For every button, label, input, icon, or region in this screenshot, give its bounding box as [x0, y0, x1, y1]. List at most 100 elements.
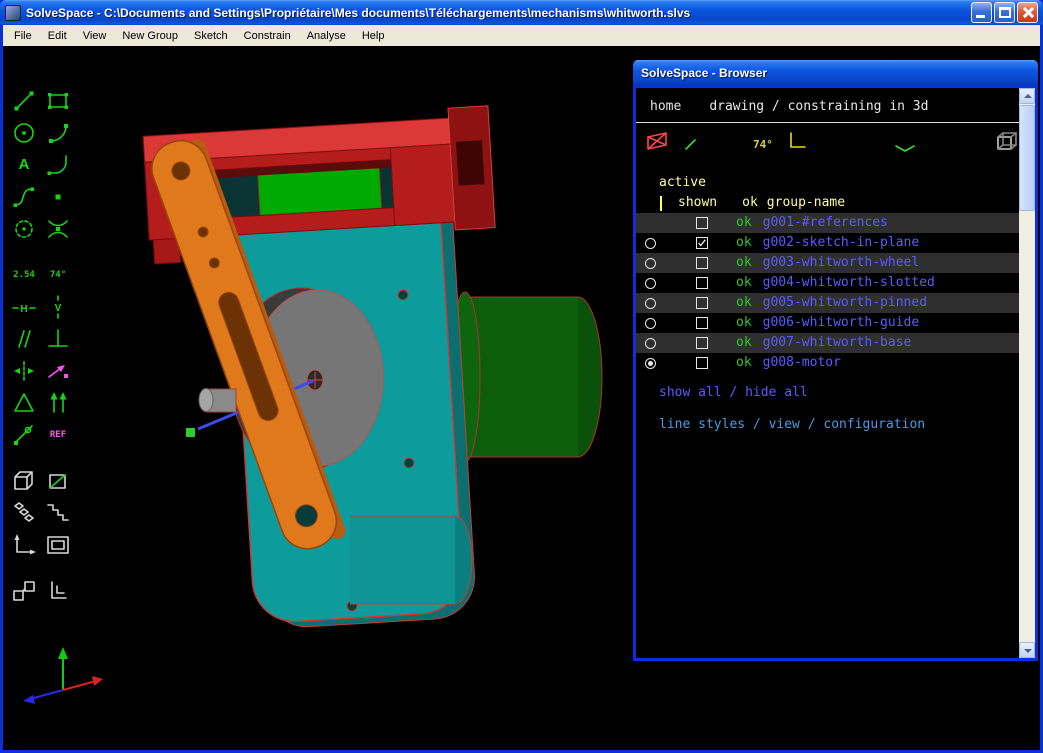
- point-icon: [55, 194, 61, 199]
- constraints-angle-icon: 74°: [753, 137, 773, 151]
- menu-edit[interactable]: Edit: [40, 27, 75, 45]
- nav-home-link[interactable]: home: [650, 97, 681, 117]
- browser-title: SolveSpace - Browser: [641, 65, 768, 80]
- menu-analyse[interactable]: Analyse: [299, 27, 354, 45]
- bracket-group-button[interactable]: [42, 575, 74, 606]
- shown-checkbox[interactable]: [696, 257, 708, 269]
- symmetric-icon: [14, 360, 34, 381]
- parallel-constraint-button[interactable]: [8, 323, 40, 354]
- new-workplane-group-button[interactable]: [8, 529, 40, 560]
- angle-constraint-button[interactable]: 74°: [42, 259, 74, 290]
- group-name-link[interactable]: g001-#references: [763, 213, 888, 233]
- show-styles-button[interactable]: [785, 130, 809, 159]
- construction-tool-button[interactable]: [8, 213, 40, 244]
- circle-icon: [14, 122, 34, 143]
- parallel-icon: [18, 329, 31, 348]
- ok-status: ok: [736, 235, 752, 250]
- maximize-button[interactable]: [994, 2, 1015, 23]
- circle-tool-button[interactable]: [8, 117, 40, 148]
- hide-all-link[interactable]: hide all: [745, 385, 808, 400]
- line-styles-link[interactable]: line styles: [659, 417, 745, 432]
- group-name-link[interactable]: g005-whitworth-pinned: [763, 293, 927, 313]
- shown-checkbox[interactable]: [696, 317, 708, 329]
- show-shaded-button[interactable]: [857, 130, 881, 159]
- menu-help[interactable]: Help: [354, 27, 393, 45]
- solvespace-main-window: SolveSpace - C:\Documents and Settings\P…: [0, 0, 1043, 753]
- line-tool-button[interactable]: [8, 85, 40, 116]
- link-group-button[interactable]: [8, 575, 40, 606]
- browser-scrollbar[interactable]: [1019, 88, 1035, 658]
- on-entity-constraint-button[interactable]: [42, 355, 74, 386]
- step-rotate-group-button[interactable]: [42, 497, 74, 528]
- menu-sketch[interactable]: Sketch: [186, 27, 236, 45]
- shown-checkbox[interactable]: [696, 337, 708, 349]
- scroll-up-button[interactable]: [1019, 88, 1035, 104]
- group-name-link[interactable]: g007-whitworth-base: [763, 333, 912, 353]
- shown-checkbox[interactable]: [696, 277, 708, 289]
- step-translate-group-button[interactable]: [8, 497, 40, 528]
- arc-tool-button[interactable]: [42, 117, 74, 148]
- text-tool-button[interactable]: A: [8, 149, 40, 180]
- show-workplanes-button[interactable]: [645, 130, 669, 159]
- close-button[interactable]: [1017, 2, 1038, 23]
- shown-checkbox[interactable]: [696, 217, 708, 229]
- equal-constraint-button[interactable]: [8, 387, 40, 418]
- tangent-arc-tool-button[interactable]: [42, 149, 74, 180]
- shown-checkbox[interactable]: [696, 297, 708, 309]
- configuration-link[interactable]: configuration: [823, 417, 925, 432]
- minimize-icon: [976, 15, 985, 18]
- show-all-link[interactable]: show all: [659, 385, 722, 400]
- group-name-link[interactable]: g006-whitworth-guide: [763, 313, 920, 333]
- group-name-link[interactable]: g002-sketch-in-plane: [763, 233, 920, 253]
- lathe-icon: [49, 473, 66, 489]
- parallel-normal-constraint-button[interactable]: [42, 387, 74, 418]
- menu-constrain[interactable]: Constrain: [236, 27, 299, 45]
- show-points-button[interactable]: [717, 130, 741, 159]
- vertical-constraint-button[interactable]: V: [42, 291, 74, 322]
- rectangle-tool-button[interactable]: [42, 85, 74, 116]
- show-faces-button[interactable]: [821, 130, 845, 159]
- active-group-radio[interactable]: [645, 257, 656, 269]
- menu-view[interactable]: View: [75, 27, 115, 45]
- menu-file[interactable]: File: [6, 27, 40, 45]
- length-ratio-constraint-button[interactable]: [8, 419, 40, 450]
- browser-content: home drawing / constraining in 3d 74° ac…: [636, 88, 1035, 658]
- extrude-group-button[interactable]: [8, 465, 40, 496]
- menu-new-group[interactable]: New Group: [114, 27, 186, 45]
- perpendicular-constraint-button[interactable]: [42, 323, 74, 354]
- active-group-radio[interactable]: [645, 337, 656, 349]
- group-name-link[interactable]: g008-motor: [763, 353, 841, 373]
- group-name-link[interactable]: g004-whitworth-slotted: [763, 273, 935, 293]
- view-link[interactable]: view: [769, 417, 800, 432]
- datum-point-tool-button[interactable]: [42, 181, 74, 212]
- link-assembly-icon: [13, 580, 35, 601]
- lathe-group-button[interactable]: [42, 465, 74, 496]
- show-normals-button[interactable]: [681, 130, 705, 159]
- distance-constraint-button[interactable]: 2.54: [8, 259, 40, 290]
- active-group-radio[interactable]: [645, 237, 656, 249]
- shown-checkbox[interactable]: [696, 357, 708, 369]
- show-constraints-button[interactable]: 74°: [753, 135, 773, 155]
- header-shown: shown: [678, 195, 718, 210]
- active-group-radio[interactable]: [645, 277, 656, 289]
- active-group-radio[interactable]: [645, 297, 656, 309]
- titlebar[interactable]: SolveSpace - C:\Documents and Settings\P…: [0, 0, 1043, 25]
- reference-dimension-button[interactable]: REF: [42, 419, 74, 450]
- group-name-link[interactable]: g003-whitworth-wheel: [763, 253, 920, 273]
- active-group-radio[interactable]: [645, 357, 656, 369]
- config-links: line styles / view / configuration: [659, 415, 1035, 435]
- browser-titlebar[interactable]: SolveSpace - Browser: [633, 60, 1038, 85]
- active-group-radio[interactable]: [645, 317, 656, 329]
- show-edges-button[interactable]: [893, 130, 917, 159]
- symmetric-constraint-button[interactable]: [8, 355, 40, 386]
- scroll-thumb[interactable]: [1019, 105, 1035, 211]
- minimize-button[interactable]: [971, 2, 992, 23]
- split-curves-tool-button[interactable]: [42, 213, 74, 244]
- show-hidden-lines-button[interactable]: [995, 130, 1019, 159]
- sketch-in-3d-group-button[interactable]: [42, 529, 74, 560]
- group-row: ok g001-#references: [636, 213, 1035, 233]
- horizontal-constraint-button[interactable]: H: [8, 291, 40, 322]
- scroll-down-button[interactable]: [1019, 642, 1035, 658]
- cubic-spline-tool-button[interactable]: [8, 181, 40, 212]
- shown-checkbox[interactable]: [696, 237, 708, 249]
